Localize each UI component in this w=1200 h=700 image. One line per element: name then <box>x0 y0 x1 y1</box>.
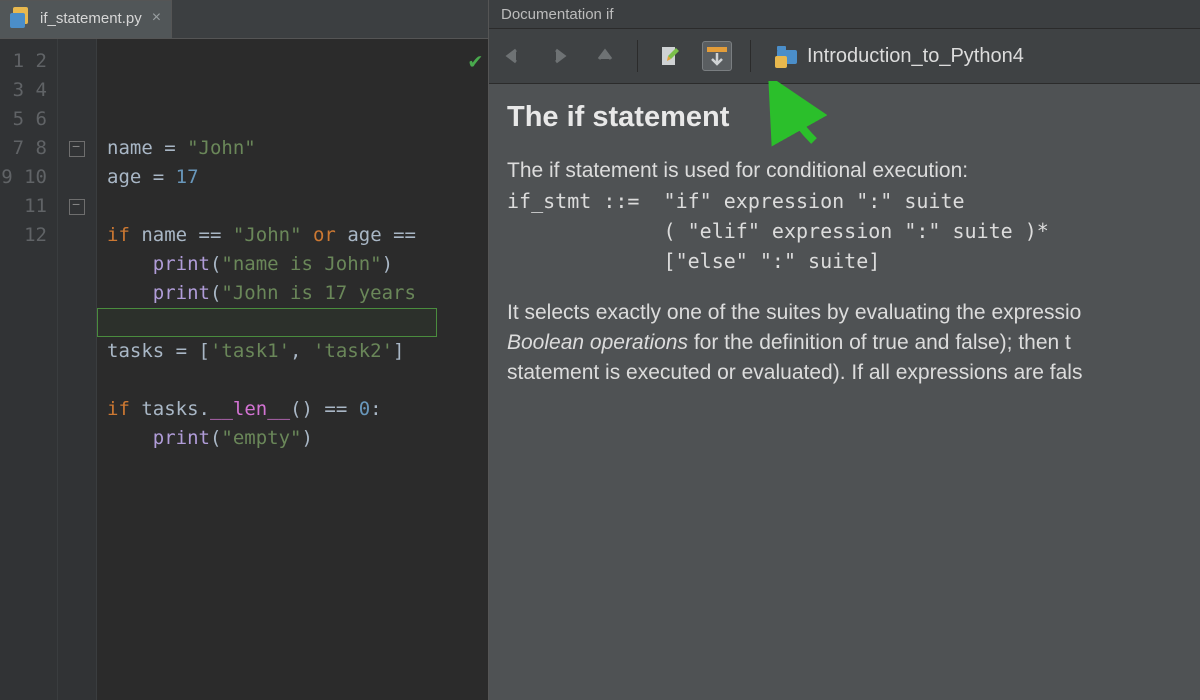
documentation-toolbar: Introduction_to_Python4 <box>489 29 1200 84</box>
python-file-icon <box>10 7 32 29</box>
code-line <box>107 195 118 217</box>
code-line: tasks = ['task1', 'task2'] <box>107 340 404 362</box>
grammar-line: if_stmt ::= "if" expression ":" suite <box>507 186 1182 216</box>
toolbar-separator <box>750 40 751 72</box>
documentation-pane: Documentation if <box>489 0 1200 700</box>
line-number-gutter: 1 2 3 4 5 6 7 8 9 10 11 12 <box>0 39 58 700</box>
forward-button[interactable] <box>545 42 573 70</box>
document-edit-icon <box>659 45 681 67</box>
documentation-title-bar: Documentation if <box>489 0 1200 29</box>
editor-pane: if_statement.py × 1 2 3 4 5 6 7 8 9 10 1… <box>0 0 489 700</box>
editor-body[interactable]: 1 2 3 4 5 6 7 8 9 10 11 12 ✔ name = "Joh… <box>0 39 488 700</box>
code-line: if name == "John" or age == <box>107 224 427 246</box>
editor-tab-if-statement[interactable]: if_statement.py × <box>0 0 172 38</box>
python-project-icon <box>775 45 797 67</box>
scroll-from-source-icon <box>705 44 729 68</box>
code-line <box>107 456 118 478</box>
doc-paragraph: The if statement is used for conditional… <box>507 156 1182 186</box>
toolbar-separator <box>637 40 638 72</box>
close-icon[interactable]: × <box>152 10 161 26</box>
editor-tab-label: if_statement.py <box>40 10 142 27</box>
auto-scroll-button[interactable] <box>702 41 732 71</box>
grammar-line: ["else" ":" suite] <box>507 246 1182 276</box>
code-line: print("name is John") <box>107 253 393 275</box>
arrow-right-icon <box>549 46 569 66</box>
edit-source-button[interactable] <box>656 42 684 70</box>
up-button[interactable] <box>591 42 619 70</box>
check-ok-icon: ✔ <box>469 47 482 76</box>
code-line <box>107 369 118 391</box>
documentation-content[interactable]: The if statement The if statement is use… <box>489 84 1200 700</box>
code-line: name = "John" <box>107 137 256 159</box>
doc-heading: The if statement <box>507 102 1182 132</box>
code-area[interactable]: ✔ name = "John" age = 17 if name == "Joh… <box>97 39 488 700</box>
code-line: if tasks.__len__() == 0: <box>107 398 382 420</box>
documentation-title: Documentation if <box>501 6 614 23</box>
arrow-left-icon <box>503 46 523 66</box>
back-button[interactable] <box>499 42 527 70</box>
breadcrumb-label: Introduction_to_Python4 <box>807 45 1024 68</box>
code-line: print("empty") <box>107 427 313 449</box>
highlight-current-line <box>97 308 437 337</box>
breadcrumb[interactable]: Introduction_to_Python4 <box>775 45 1024 68</box>
fold-column <box>58 39 97 700</box>
grammar-line: ( "elif" expression ":" suite )* <box>507 216 1182 246</box>
doc-paragraph: It selects exactly one of the suites by … <box>507 298 1182 388</box>
editor-tab-row: if_statement.py × <box>0 0 488 39</box>
arrow-up-icon <box>595 46 615 66</box>
code-line: print("John is 17 years <box>107 282 416 304</box>
code-line: age = 17 <box>107 166 199 188</box>
